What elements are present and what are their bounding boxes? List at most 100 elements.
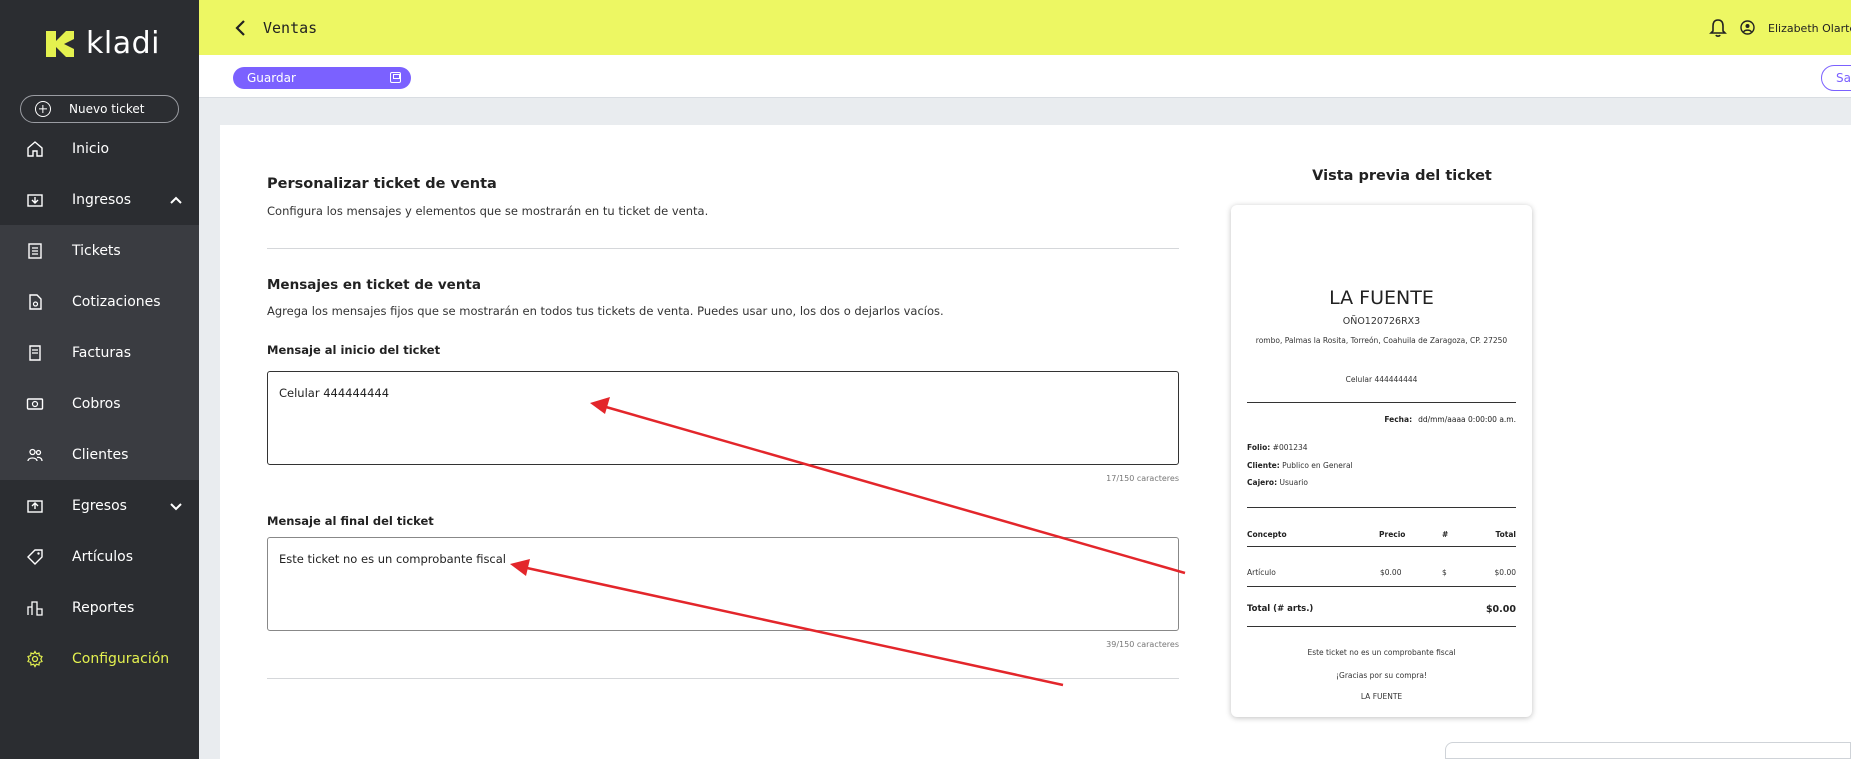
sidebar-item-articulos[interactable]: Artículos	[0, 531, 199, 582]
ticket-divider	[1247, 546, 1516, 547]
reports-icon	[27, 600, 43, 616]
kladi-logo[interactable]: kladi	[44, 26, 160, 61]
back-arrow-icon[interactable]	[233, 18, 249, 38]
save-button-label: Guardar	[247, 71, 296, 85]
messages-title: Mensajes en ticket de venta	[267, 277, 481, 293]
end-message-counter: 39/150 caracteres	[1106, 640, 1179, 649]
tag-icon	[27, 548, 43, 565]
kladi-logo-icon	[46, 30, 74, 57]
divider	[267, 678, 1179, 679]
save-button[interactable]: Guardar	[233, 67, 411, 89]
sidebar-item-clientes[interactable]: Clientes	[0, 429, 199, 480]
ticket-folio: Folio: #001234	[1247, 443, 1308, 452]
money-icon	[26, 397, 44, 410]
top-bar: Ventas Elizabeth Olarte	[199, 0, 1851, 55]
ticket-start-message: Celular 444444444	[1345, 375, 1418, 384]
section-title: Personalizar ticket de venta	[267, 176, 497, 192]
floppy-disk-icon	[390, 72, 401, 83]
end-message-textarea[interactable]: Este ticket no es un comprobante fiscal	[267, 537, 1179, 631]
end-message-value: Este ticket no es un comprobante fiscal	[279, 552, 506, 566]
ticket-preview: LA FUENTE OÑO120726RX3 rombo, Palmas la …	[1231, 205, 1532, 717]
ticket-date-value: dd/mm/aaaa 0:00:00 a.m.	[1418, 415, 1516, 424]
chevron-down-icon	[170, 502, 182, 510]
ticket-footer-name: LA FUENTE	[1360, 692, 1403, 701]
sidebar-item-label: Clientes	[72, 446, 129, 463]
ticket-divider	[1247, 402, 1516, 403]
sidebar-item-label: Tickets	[72, 242, 121, 259]
ticket-cell-precio: $0.00	[1380, 568, 1402, 577]
user-avatar-icon[interactable]	[1740, 20, 1755, 35]
ticket-total-label: Total (# arts.)	[1247, 604, 1314, 614]
exit-button[interactable]: Sal	[1821, 65, 1851, 91]
exit-button-label: Sal	[1836, 71, 1851, 85]
divider	[267, 248, 1179, 249]
page-title: Ventas	[263, 19, 318, 37]
sidebar-item-label: Reportes	[72, 599, 135, 616]
sidebar-item-label: Egresos	[72, 497, 127, 514]
ticket-client-label: Cliente:	[1247, 461, 1280, 470]
ticket-cell-concepto: Artículo	[1247, 568, 1276, 577]
start-message-textarea[interactable]: Celular 444444444	[267, 371, 1179, 465]
expenses-icon	[27, 499, 43, 513]
start-message-counter: 17/150 caracteres	[1106, 474, 1179, 483]
preview-title: Vista previa del ticket	[1312, 168, 1492, 184]
quote-icon	[29, 293, 42, 310]
ticket-rfc: OÑO120726RX3	[1342, 316, 1421, 327]
sidebar-item-egresos[interactable]: Egresos	[0, 480, 199, 531]
sidebar-item-reportes[interactable]: Reportes	[0, 582, 199, 633]
sidebar-item-facturas[interactable]: Facturas	[0, 327, 199, 378]
ticket-icon	[28, 242, 42, 259]
sidebar-item-cotizaciones[interactable]: Cotizaciones	[0, 276, 199, 327]
ticket-thanks: ¡Gracias por su compra!	[1336, 671, 1427, 680]
sidebar-item-configuracion[interactable]: Configuración	[0, 633, 199, 684]
home-icon	[27, 140, 43, 157]
ticket-folio-value: #001234	[1272, 443, 1308, 452]
sidebar-item-label: Ingresos	[72, 191, 132, 208]
messages-subtitle: Agrega los mensajes fijos que se mostrar…	[267, 304, 944, 318]
ticket-divider	[1247, 586, 1516, 587]
gear-icon	[27, 649, 43, 668]
ticket-date-label: Fecha:	[1384, 415, 1413, 424]
end-message-label: Mensaje al final del ticket	[267, 514, 434, 528]
ticket-date: Fecha: dd/mm/aaaa 0:00:00 a.m.	[1384, 415, 1516, 424]
ticket-cashier-label: Cajero:	[1247, 478, 1278, 487]
ticket-client-value: Publico en General	[1282, 461, 1353, 470]
sidebar-item-label: Cobros	[72, 395, 121, 412]
ticket-address: rombo, Palmas la Rosita, Torreón, Coahui…	[1255, 336, 1508, 345]
ticket-divider	[1247, 507, 1516, 508]
ticket-business-name: LA FUENTE	[1329, 287, 1434, 309]
users-icon	[27, 448, 43, 461]
sidebar-item-label: Artículos	[72, 548, 134, 565]
income-icon	[27, 193, 43, 207]
new-ticket-button[interactable]: Nuevo ticket	[20, 95, 179, 123]
settings-card: Personalizar ticket de venta Configura l…	[220, 125, 1851, 759]
bell-icon[interactable]	[1709, 18, 1727, 38]
sidebar-item-label: Inicio	[72, 140, 110, 157]
sidebar-item-ingresos[interactable]: Ingresos	[0, 174, 199, 225]
ticket-col-concepto: Concepto	[1247, 530, 1287, 539]
sidebar-item-inicio[interactable]: Inicio	[0, 123, 199, 174]
ticket-client: Cliente: Publico en General	[1247, 461, 1353, 470]
ticket-end-message: Este ticket no es un comprobante fiscal	[1307, 648, 1456, 657]
sidebar-item-label: Facturas	[72, 344, 132, 361]
start-message-label: Mensaje al inicio del ticket	[267, 343, 441, 357]
user-name[interactable]: Elizabeth Olarte	[1768, 22, 1851, 35]
invoice-icon	[29, 344, 41, 361]
sidebar-item-tickets[interactable]: Tickets	[0, 225, 199, 276]
ticket-cell-total: $0.00	[1494, 568, 1516, 577]
ticket-cashier: Cajero: Usuario	[1247, 478, 1308, 487]
brand-name: kladi	[86, 26, 160, 61]
ticket-cashier-value: Usuario	[1279, 478, 1308, 487]
section-subtitle: Configura los mensajes y elementos que s…	[267, 204, 709, 218]
ticket-col-precio: Precio	[1379, 530, 1406, 539]
sidebar-item-label: Cotizaciones	[72, 293, 161, 310]
ticket-folio-label: Folio:	[1247, 443, 1271, 452]
start-message-value: Celular 444444444	[279, 386, 390, 400]
ticket-divider	[1247, 626, 1516, 627]
plus-circle-icon	[35, 101, 51, 117]
action-bar: Guardar Sal	[199, 55, 1851, 98]
start-counter-row: 17/150 caracteres	[267, 474, 1179, 486]
bottom-right-panel	[1445, 742, 1851, 759]
chevron-up-icon	[170, 196, 182, 204]
sidebar-item-cobros[interactable]: Cobros	[0, 378, 199, 429]
